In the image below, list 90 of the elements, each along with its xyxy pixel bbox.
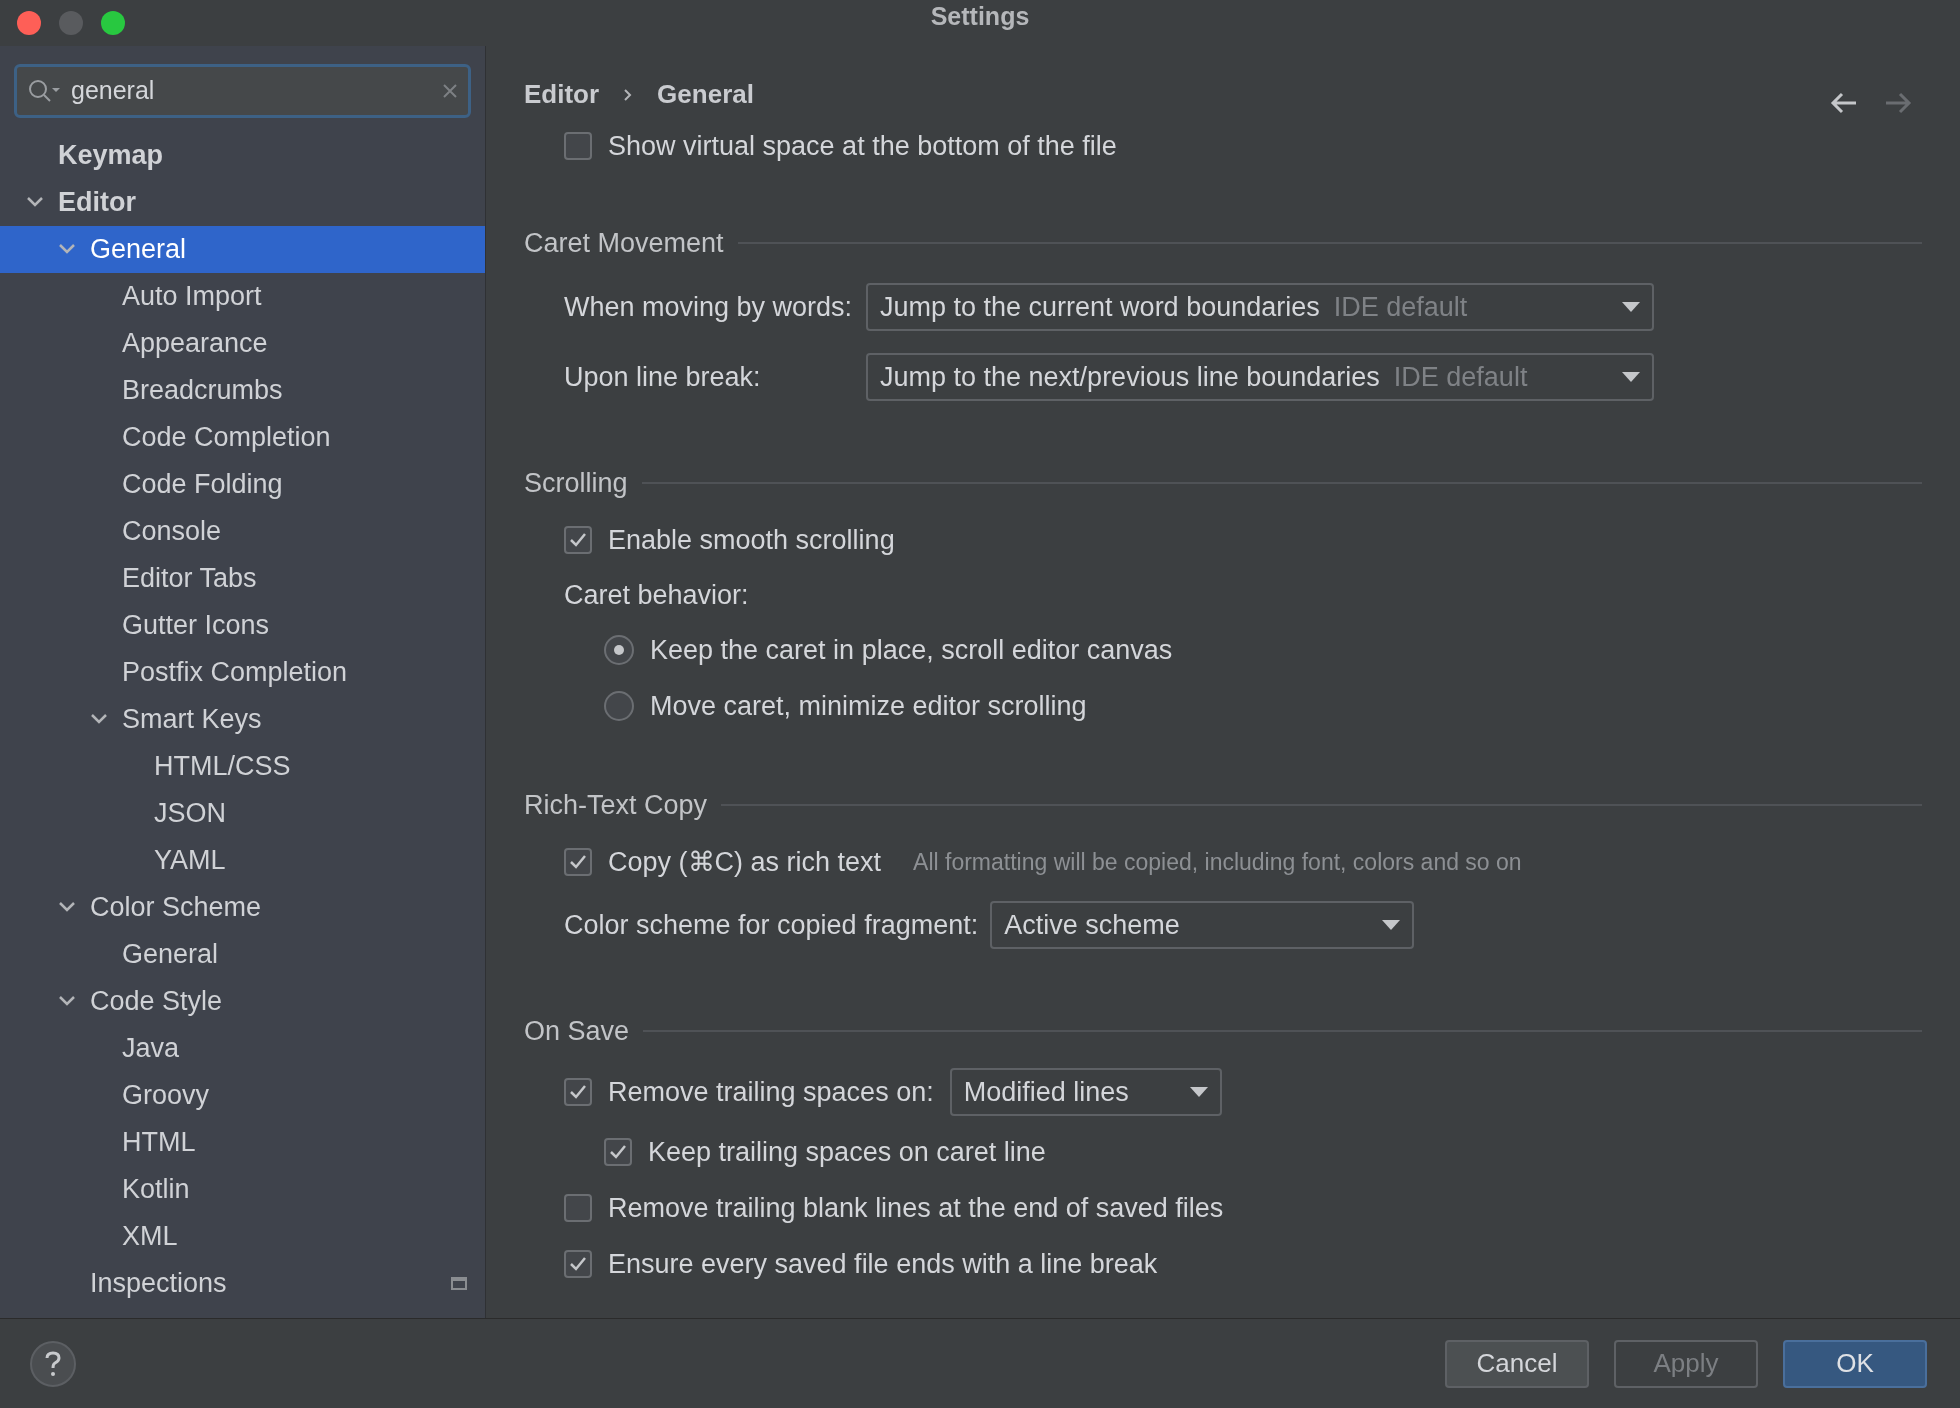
tree-item[interactable]: Inspections: [0, 1260, 485, 1307]
dialog-button[interactable]: Cancel: [1445, 1339, 1589, 1388]
tree-item[interactable]: Kotlin: [0, 1166, 485, 1213]
chevron-down-icon[interactable]: [58, 995, 76, 1007]
checkbox[interactable]: [564, 526, 592, 554]
checkbox[interactable]: [564, 848, 592, 876]
search-field[interactable]: general: [14, 64, 471, 118]
chevron-down-icon[interactable]: [58, 901, 76, 913]
section-heading: On Save: [524, 1014, 630, 1048]
chevron-right-icon: [623, 87, 634, 102]
tree-item[interactable]: Code Completion: [0, 414, 485, 461]
search-icon: [27, 78, 61, 104]
dropdown[interactable]: Jump to the current word boundaries IDE default: [866, 283, 1654, 331]
dropdown[interactable]: Modified lines: [949, 1068, 1222, 1116]
radio-button[interactable]: [604, 691, 634, 721]
breadcrumb-item[interactable]: General: [657, 75, 754, 114]
dropdown-value: Modified lines: [963, 1075, 1129, 1109]
dropdown-arrow-icon: [1622, 302, 1640, 312]
radio-button[interactable]: [604, 635, 634, 665]
back-arrow-icon[interactable]: [1830, 92, 1858, 114]
tree-item[interactable]: Editor: [0, 179, 485, 226]
field-label: Upon line break:: [564, 360, 762, 394]
dropdown-arrow-icon: [1622, 372, 1640, 382]
dialog-button[interactable]: OK: [1783, 1339, 1927, 1388]
dropdown-arrow-icon: [1189, 1087, 1208, 1097]
chevron-down-icon[interactable]: [90, 713, 108, 725]
tree-item[interactable]: Postfix Completion: [0, 649, 485, 696]
field-label: When moving by words:: [564, 290, 854, 324]
checkmark-icon: [609, 1144, 627, 1160]
tree-item[interactable]: General: [0, 226, 485, 273]
help-button[interactable]: [30, 1340, 76, 1387]
tree-item[interactable]: YAML: [0, 837, 485, 884]
tree-item[interactable]: Color Scheme: [0, 884, 485, 931]
window-title: Settings: [930, 1, 1030, 33]
close-window-icon[interactable]: [17, 11, 41, 35]
dropdown-hint: IDE default: [1333, 290, 1468, 324]
tree-item[interactable]: General: [0, 931, 485, 978]
checkbox-label: Remove trailing blank lines at the end of saved files: [608, 1191, 1224, 1225]
radio-label: Keep the caret in place, scroll editor canvas: [650, 633, 1173, 667]
tree-item[interactable]: Code Style: [0, 978, 485, 1025]
section-heading: Scrolling: [524, 466, 628, 500]
checkbox[interactable]: [564, 1194, 592, 1222]
tree-item[interactable]: XML: [0, 1213, 485, 1260]
zoom-window-icon[interactable]: [101, 11, 125, 35]
hint-text: All formatting will be copied, including font, colors and so on: [913, 847, 1522, 877]
checkmark-icon: [569, 1084, 587, 1100]
checkmark-icon: [569, 854, 587, 870]
chevron-down-icon[interactable]: [26, 196, 44, 208]
tree-item[interactable]: Java: [0, 1025, 485, 1072]
tree-item[interactable]: Keymap: [0, 132, 485, 179]
checkbox-label: Remove trailing spaces on:: [608, 1075, 934, 1109]
chevron-down-icon[interactable]: [58, 243, 76, 255]
tree-item[interactable]: HTML/CSS: [0, 743, 485, 790]
tree-item[interactable]: JSON: [0, 790, 485, 837]
dropdown[interactable]: Active scheme: [990, 901, 1415, 949]
group-label: Caret behavior:: [564, 578, 749, 612]
tree-item[interactable]: Smart Keys: [0, 696, 485, 743]
section-heading: Caret Movement: [524, 226, 724, 260]
dropdown[interactable]: Jump to the next/previous line boundaries IDE default: [866, 353, 1654, 401]
dropdown-value: Jump to the next/previous line boundaries: [880, 360, 1380, 394]
checkmark-icon: [569, 1256, 587, 1272]
dropdown-value: Active scheme: [1004, 908, 1180, 942]
checkbox-label: Enable smooth scrolling: [608, 523, 895, 557]
tree-item[interactable]: Breadcrumbs: [0, 367, 485, 414]
search-input[interactable]: general: [71, 72, 432, 110]
dropdown-hint: IDE default: [1393, 360, 1528, 394]
checkbox-label: Show virtual space at the bottom of the file: [608, 129, 1117, 163]
question-mark-icon: [44, 1350, 62, 1377]
checkbox[interactable]: [604, 1138, 632, 1166]
checkbox[interactable]: [564, 1078, 592, 1106]
checkbox[interactable]: [564, 132, 592, 160]
dropdown-value: Jump to the current word boundaries: [880, 290, 1320, 324]
tree-item[interactable]: Code Folding: [0, 461, 485, 508]
radio-label: Move caret, minimize editor scrolling: [650, 689, 1087, 723]
tree-item[interactable]: Auto Import: [0, 273, 485, 320]
dropdown-arrow-icon: [1382, 920, 1401, 930]
checkmark-icon: [569, 532, 587, 548]
tree-item[interactable]: Editor Tabs: [0, 555, 485, 602]
tree-item[interactable]: Gutter Icons: [0, 602, 485, 649]
checkbox-label: Keep trailing spaces on caret line: [648, 1135, 1046, 1169]
tree-item[interactable]: Appearance: [0, 320, 485, 367]
breadcrumb-item[interactable]: Editor: [524, 75, 600, 114]
tree-item[interactable]: HTML: [0, 1119, 485, 1166]
field-label: Color scheme for copied fragment:: [564, 908, 979, 942]
checkbox-label: Copy (⌘C) as rich text: [608, 845, 882, 879]
checkbox-label: Ensure every saved file ends with a line break: [608, 1247, 1158, 1281]
section-heading: Rich-Text Copy: [524, 788, 708, 822]
checkbox[interactable]: [564, 1250, 592, 1278]
tree-item[interactable]: Groovy: [0, 1072, 485, 1119]
tree-item[interactable]: Console: [0, 508, 485, 555]
